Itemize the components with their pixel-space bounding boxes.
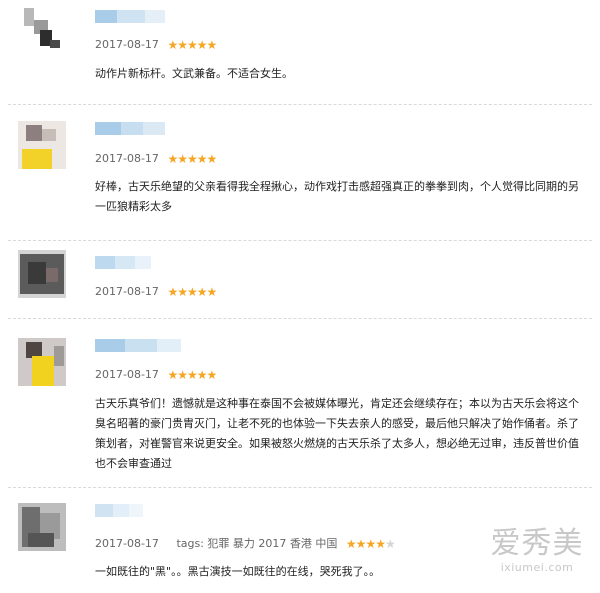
star-filled-icon: ★ bbox=[365, 537, 376, 551]
avatar[interactable] bbox=[18, 503, 66, 551]
star-filled-icon: ★ bbox=[206, 285, 218, 299]
review-divider bbox=[8, 318, 592, 319]
star-filled-icon: ★ bbox=[196, 285, 208, 299]
review-date: 2017-08-17 bbox=[95, 152, 159, 165]
star-filled-icon: ★ bbox=[196, 38, 208, 52]
review-divider bbox=[8, 104, 592, 105]
watermark-logo: 爱秀美 ixiumei.com bbox=[477, 526, 597, 575]
username-blurred[interactable] bbox=[95, 339, 181, 352]
review-date: 2017-08-17 bbox=[95, 537, 159, 550]
star-filled-icon: ★ bbox=[375, 537, 386, 551]
star-filled-icon: ★ bbox=[206, 38, 218, 52]
avatar[interactable] bbox=[18, 338, 66, 386]
review-item: 2017-08-17 ★★★★★ 古天乐真爷们！遗憾就是这种事在泰国不会被媒体曝… bbox=[0, 322, 600, 487]
username-blurred[interactable] bbox=[95, 122, 165, 135]
review-meta: 2017-08-17 tags: 犯罪 暴力 2017 香港 中国 ★★★★★ bbox=[95, 537, 396, 551]
review-content: 好棒，古天乐绝望的父亲看得我全程揪心，动作戏打击感超强真正的拳拳到肉，个人觉得比… bbox=[95, 180, 579, 213]
review-meta: 2017-08-17 ★★★★★ bbox=[95, 152, 218, 166]
star-filled-icon: ★ bbox=[206, 368, 218, 382]
star-rating: ★★★★★ bbox=[167, 368, 218, 382]
review-content: 动作片新标杆。文武兼备。不适合女生。 bbox=[95, 67, 293, 80]
star-rating: ★★★★★ bbox=[167, 152, 218, 166]
star-filled-icon: ★ bbox=[167, 285, 178, 299]
avatar[interactable] bbox=[18, 250, 66, 298]
username-blurred[interactable] bbox=[95, 256, 151, 269]
review-date: 2017-08-17 bbox=[95, 38, 159, 51]
watermark-main-text: 爱秀美 bbox=[490, 526, 584, 561]
review-content: 古天乐真爷们！遗憾就是这种事在泰国不会被媒体曝光，肯定还会继续存在；本以为古天乐… bbox=[95, 397, 579, 470]
star-filled-icon: ★ bbox=[186, 38, 198, 52]
username-blurred[interactable] bbox=[95, 504, 143, 517]
review-date: 2017-08-17 bbox=[95, 285, 159, 298]
star-empty-icon: ★ bbox=[384, 537, 396, 551]
star-filled-icon: ★ bbox=[196, 368, 208, 382]
review-divider bbox=[8, 487, 592, 488]
star-filled-icon: ★ bbox=[345, 537, 357, 551]
star-filled-icon: ★ bbox=[167, 38, 178, 52]
star-filled-icon: ★ bbox=[186, 368, 198, 382]
review-meta: 2017-08-17 ★★★★★ bbox=[95, 368, 218, 382]
star-rating: ★★★★★ bbox=[167, 285, 218, 299]
review-meta: 2017-08-17 ★★★★★ bbox=[95, 285, 218, 299]
star-filled-icon: ★ bbox=[177, 38, 188, 52]
watermark-url: ixiumei.com bbox=[500, 561, 574, 574]
review-item: 2017-08-17 ★★★★★ bbox=[0, 244, 600, 318]
review-date: 2017-08-17 bbox=[95, 368, 159, 381]
username-blurred[interactable] bbox=[95, 10, 165, 23]
star-filled-icon: ★ bbox=[186, 152, 198, 166]
star-filled-icon: ★ bbox=[177, 285, 188, 299]
star-filled-icon: ★ bbox=[196, 152, 208, 166]
star-filled-icon: ★ bbox=[186, 285, 198, 299]
star-filled-icon: ★ bbox=[177, 368, 188, 382]
star-rating: ★★★★★ bbox=[345, 537, 396, 551]
star-filled-icon: ★ bbox=[355, 537, 367, 551]
review-meta: 2017-08-17 ★★★★★ bbox=[95, 38, 218, 52]
review-tags: tags: 犯罪 暴力 2017 香港 中国 bbox=[176, 537, 338, 550]
star-filled-icon: ★ bbox=[206, 152, 218, 166]
review-item: 2017-08-17 ★★★★★ 动作片新标杆。文武兼备。不适合女生。 bbox=[0, 0, 600, 115]
star-filled-icon: ★ bbox=[177, 152, 188, 166]
review-item: 2017-08-17 ★★★★★ 好棒，古天乐绝望的父亲看得我全程揪心，动作戏打… bbox=[0, 115, 600, 240]
star-filled-icon: ★ bbox=[167, 152, 178, 166]
star-filled-icon: ★ bbox=[167, 368, 178, 382]
avatar[interactable] bbox=[18, 121, 66, 169]
avatar[interactable] bbox=[18, 4, 66, 52]
review-divider bbox=[8, 240, 592, 241]
star-rating: ★★★★★ bbox=[167, 38, 218, 52]
